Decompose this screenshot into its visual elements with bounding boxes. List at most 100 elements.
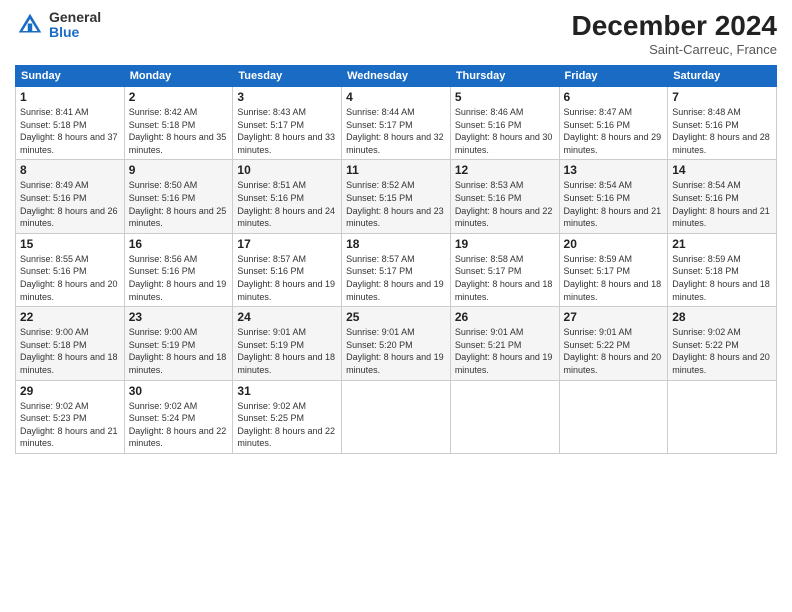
day-cell-12: 12 Sunrise: 8:53 AMSunset: 5:16 PMDayligh… [450, 160, 559, 233]
day-info-5: Sunrise: 8:46 AMSunset: 5:16 PMDaylight:… [455, 106, 555, 156]
day-cell-5: 5 Sunrise: 8:46 AMSunset: 5:16 PMDaylight… [450, 87, 559, 160]
day-number-4: 4 [346, 90, 446, 104]
day-cell-13: 13Sunrise: 8:54 AMSunset: 5:16 PMDayligh… [559, 160, 668, 233]
day-info-20: Sunrise: 8:59 AMSunset: 5:17 PMDaylight:… [564, 253, 664, 303]
day-cell-4: 4Sunrise: 8:44 AMSunset: 5:17 PMDaylight… [342, 87, 451, 160]
day-info-3: Sunrise: 8:43 AMSunset: 5:17 PMDaylight:… [237, 106, 337, 156]
day-number-26: 26 [455, 310, 555, 324]
logo-blue-text: Blue [49, 25, 101, 40]
day-cell-23: 23 Sunrise: 9:00 AMSunset: 5:19 PMDayligh… [124, 307, 233, 380]
day-number-15: 15 [20, 237, 120, 251]
month-title: December 2024 [572, 10, 777, 42]
col-saturday: Saturday [668, 66, 777, 87]
day-cell-30: 30Sunrise: 9:02 AMSunset: 5:24 PMDayligh… [124, 380, 233, 453]
day-info-26: Sunrise: 9:01 AMSunset: 5:21 PMDaylight:… [455, 326, 555, 376]
day-info-18: Sunrise: 8:57 AMSunset: 5:17 PMDaylight:… [346, 253, 446, 303]
day-cell-14: 14Sunrise: 8:54 AMSunset: 5:16 PMDayligh… [668, 160, 777, 233]
day-info-24: Sunrise: 9:01 AMSunset: 5:19 PMDaylight:… [237, 326, 337, 376]
day-info-27: Sunrise: 9:01 AMSunset: 5:22 PMDaylight:… [564, 326, 664, 376]
day-cell-10: 10 Sunrise: 8:51 AMSunset: 5:16 PMDayligh… [233, 160, 342, 233]
day-number-7: 7 [672, 90, 772, 104]
day-info-1: Sunrise: 8:41 AMSunset: 5:18 PMDaylight:… [20, 106, 120, 156]
day-info-15: Sunrise: 8:55 AMSunset: 5:16 PMDaylight:… [20, 253, 120, 303]
empty-cell-w5-d7 [668, 380, 777, 453]
day-number-21: 21 [672, 237, 772, 251]
day-number-27: 27 [564, 310, 664, 324]
day-info-2: Sunrise: 8:42 AMSunset: 5:18 PMDaylight:… [129, 106, 229, 156]
day-info-14: Sunrise: 8:54 AMSunset: 5:16 PMDaylight:… [672, 179, 772, 229]
day-cell-8: 8Sunrise: 8:49 AMSunset: 5:16 PMDaylight… [16, 160, 125, 233]
day-number-20: 20 [564, 237, 664, 251]
day-number-18: 18 [346, 237, 446, 251]
day-cell-9: 9Sunrise: 8:50 AMSunset: 5:16 PMDaylight… [124, 160, 233, 233]
day-info-17: Sunrise: 8:57 AMSunset: 5:16 PMDaylight:… [237, 253, 337, 303]
day-info-10: Sunrise: 8:51 AMSunset: 5:16 PMDaylight:… [237, 179, 337, 229]
day-number-1: 1 [20, 90, 120, 104]
day-number-29: 29 [20, 384, 120, 398]
day-number-6: 6 [564, 90, 664, 104]
day-info-22: Sunrise: 9:00 AMSunset: 5:18 PMDaylight:… [20, 326, 120, 376]
day-info-31: Sunrise: 9:02 AMSunset: 5:25 PMDaylight:… [237, 400, 337, 450]
day-cell-29: 29Sunrise: 9:02 AMSunset: 5:23 PMDayligh… [16, 380, 125, 453]
empty-cell-w5-d5 [450, 380, 559, 453]
logo-text: General Blue [49, 10, 101, 41]
calendar-header-row: Sunday Monday Tuesday Wednesday Thursday… [16, 66, 777, 87]
day-cell-22: 22 Sunrise: 9:00 AMSunset: 5:18 PMDayligh… [16, 307, 125, 380]
day-cell-19: 19 Sunrise: 8:58 AMSunset: 5:17 PMDayligh… [450, 233, 559, 306]
day-number-2: 2 [129, 90, 229, 104]
week-row-4: 22 Sunrise: 9:00 AMSunset: 5:18 PMDayligh… [16, 307, 777, 380]
day-info-19: Sunrise: 8:58 AMSunset: 5:17 PMDaylight:… [455, 253, 555, 303]
day-cell-11: 11 Sunrise: 8:52 AMSunset: 5:15 PMDayligh… [342, 160, 451, 233]
day-info-11: Sunrise: 8:52 AMSunset: 5:15 PMDaylight:… [346, 179, 446, 229]
day-cell-26: 26 Sunrise: 9:01 AMSunset: 5:21 PMDayligh… [450, 307, 559, 380]
day-info-23: Sunrise: 9:00 AMSunset: 5:19 PMDaylight:… [129, 326, 229, 376]
day-info-6: Sunrise: 8:47 AMSunset: 5:16 PMDaylight:… [564, 106, 664, 156]
day-number-22: 22 [20, 310, 120, 324]
day-cell-1: 1 Sunrise: 8:41 AMSunset: 5:18 PMDaylight… [16, 87, 125, 160]
day-cell-31: 31 Sunrise: 9:02 AMSunset: 5:25 PMDayligh… [233, 380, 342, 453]
day-info-9: Sunrise: 8:50 AMSunset: 5:16 PMDaylight:… [129, 179, 229, 229]
day-number-23: 23 [129, 310, 229, 324]
logo-icon [15, 10, 45, 40]
empty-cell-w5-d6 [559, 380, 668, 453]
day-cell-2: 2 Sunrise: 8:42 AMSunset: 5:18 PMDaylight… [124, 87, 233, 160]
day-cell-25: 25Sunrise: 9:01 AMSunset: 5:20 PMDayligh… [342, 307, 451, 380]
day-number-13: 13 [564, 163, 664, 177]
day-cell-16: 16 Sunrise: 8:56 AMSunset: 5:16 PMDayligh… [124, 233, 233, 306]
week-row-3: 15 Sunrise: 8:55 AMSunset: 5:16 PMDayligh… [16, 233, 777, 306]
day-number-16: 16 [129, 237, 229, 251]
col-monday: Monday [124, 66, 233, 87]
calendar-table: Sunday Monday Tuesday Wednesday Thursday… [15, 65, 777, 454]
day-cell-7: 7 Sunrise: 8:48 AMSunset: 5:16 PMDaylight… [668, 87, 777, 160]
day-info-8: Sunrise: 8:49 AMSunset: 5:16 PMDaylight:… [20, 179, 120, 229]
col-wednesday: Wednesday [342, 66, 451, 87]
day-number-11: 11 [346, 163, 446, 177]
col-sunday: Sunday [16, 66, 125, 87]
day-number-12: 12 [455, 163, 555, 177]
day-info-16: Sunrise: 8:56 AMSunset: 5:16 PMDaylight:… [129, 253, 229, 303]
day-cell-21: 21 Sunrise: 8:59 AMSunset: 5:18 PMDayligh… [668, 233, 777, 306]
day-cell-6: 6 Sunrise: 8:47 AMSunset: 5:16 PMDaylight… [559, 87, 668, 160]
logo: General Blue [15, 10, 101, 41]
day-cell-18: 18 Sunrise: 8:57 AMSunset: 5:17 PMDayligh… [342, 233, 451, 306]
day-cell-3: 3Sunrise: 8:43 AMSunset: 5:17 PMDaylight… [233, 87, 342, 160]
day-info-12: Sunrise: 8:53 AMSunset: 5:16 PMDaylight:… [455, 179, 555, 229]
title-block: December 2024 Saint-Carreuc, France [572, 10, 777, 57]
week-row-5: 29Sunrise: 9:02 AMSunset: 5:23 PMDayligh… [16, 380, 777, 453]
day-info-21: Sunrise: 8:59 AMSunset: 5:18 PMDaylight:… [672, 253, 772, 303]
week-row-2: 8Sunrise: 8:49 AMSunset: 5:16 PMDaylight… [16, 160, 777, 233]
day-cell-17: 17Sunrise: 8:57 AMSunset: 5:16 PMDayligh… [233, 233, 342, 306]
empty-cell-w5-d4 [342, 380, 451, 453]
day-info-7: Sunrise: 8:48 AMSunset: 5:16 PMDaylight:… [672, 106, 772, 156]
col-tuesday: Tuesday [233, 66, 342, 87]
day-cell-27: 27 Sunrise: 9:01 AMSunset: 5:22 PMDayligh… [559, 307, 668, 380]
day-info-30: Sunrise: 9:02 AMSunset: 5:24 PMDaylight:… [129, 400, 229, 450]
day-cell-20: 20 Sunrise: 8:59 AMSunset: 5:17 PMDayligh… [559, 233, 668, 306]
day-number-10: 10 [237, 163, 337, 177]
day-cell-24: 24Sunrise: 9:01 AMSunset: 5:19 PMDayligh… [233, 307, 342, 380]
day-number-31: 31 [237, 384, 337, 398]
day-number-5: 5 [455, 90, 555, 104]
day-info-28: Sunrise: 9:02 AMSunset: 5:22 PMDaylight:… [672, 326, 772, 376]
day-number-19: 19 [455, 237, 555, 251]
location: Saint-Carreuc, France [572, 42, 777, 57]
